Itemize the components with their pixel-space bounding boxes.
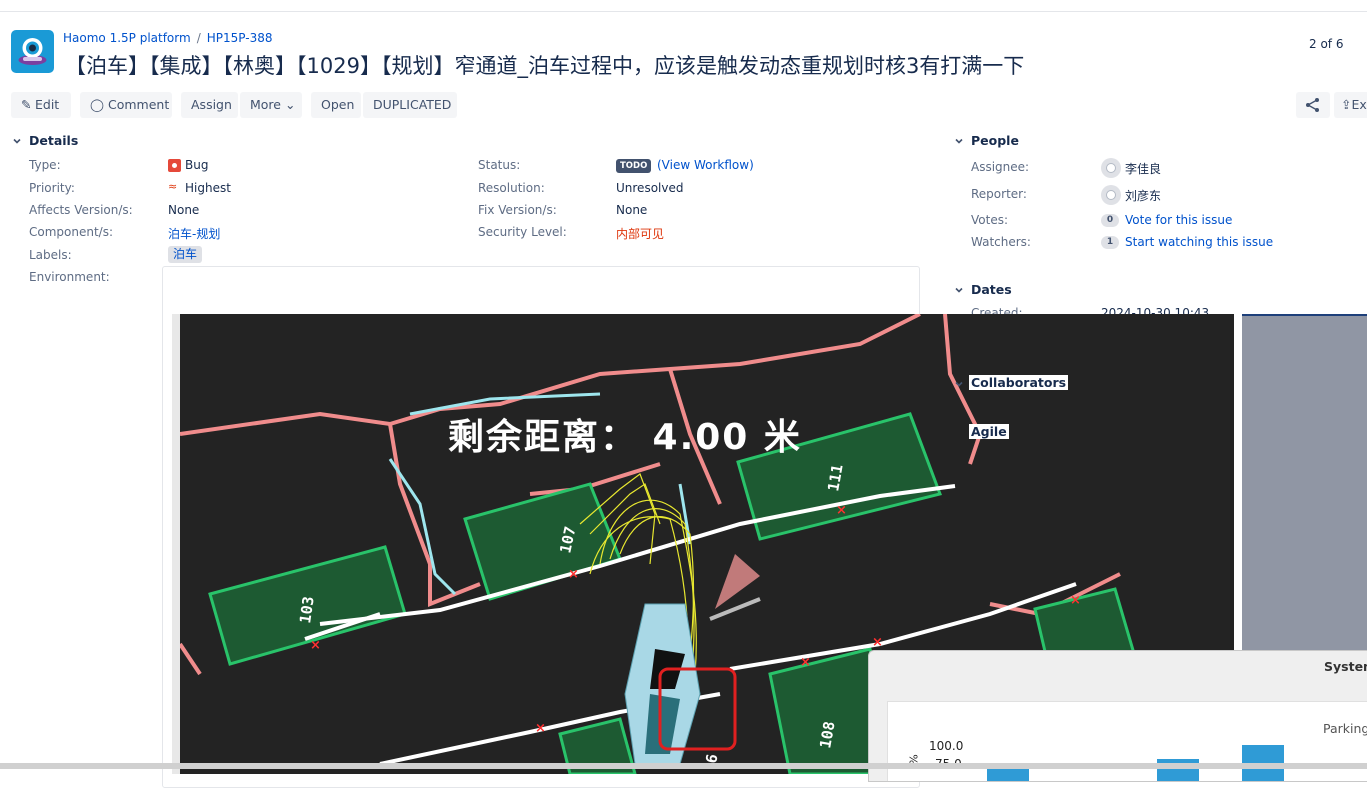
people-title[interactable]: People <box>971 133 1019 148</box>
votes-label: Votes: <box>971 213 1009 227</box>
svg-text:×: × <box>1070 593 1081 608</box>
fix-version-label: Fix Version/s: <box>478 203 557 217</box>
edit-button[interactable]: ✎ Edit <box>11 92 71 118</box>
reporter-avatar <box>1101 185 1121 205</box>
created-label: Created: <box>971 306 1023 314</box>
dates-collapse-icon[interactable] <box>953 284 965 296</box>
open-label: Open <box>321 97 355 112</box>
overlay-gray-panel <box>1242 314 1367 656</box>
comment-label: Comment <box>107 97 170 112</box>
breadcrumb: Haomo 1.5P platform / HP15P-388 <box>63 31 272 45</box>
agile-title[interactable]: Agile <box>969 424 1009 439</box>
watch-link[interactable]: Start watching this issue <box>1125 235 1273 249</box>
export-icon: ⇪ <box>1341 97 1352 112</box>
assign-button[interactable]: Assign <box>181 92 238 118</box>
comment-button[interactable]: ◯ Comment <box>80 92 172 118</box>
issue-pager: 2 of 6 <box>1309 37 1344 51</box>
bug-icon <box>168 159 181 172</box>
details-title[interactable]: Details <box>29 133 78 148</box>
top-divider <box>0 11 1367 12</box>
svg-text:×: × <box>836 503 847 518</box>
priority-value: Highest <box>185 181 231 195</box>
priority-highest-icon: ≈ <box>168 180 178 193</box>
collaborators-title[interactable]: Collaborators <box>969 375 1069 390</box>
svg-text:×: × <box>872 635 883 650</box>
y-tick-100: 100.0 <box>929 739 964 753</box>
slot-label-103: 103 <box>296 595 318 624</box>
remaining-distance-text: 剩余距离： 4.00 米 <box>448 416 802 458</box>
created-value: 2024-10-30 10:43 <box>1101 306 1210 314</box>
export-label: Ex <box>1351 97 1367 112</box>
export-button[interactable]: ⇪Ex <box>1334 92 1367 118</box>
assignee-avatar <box>1101 158 1121 178</box>
chevron-down-icon: ⌄ <box>284 97 296 112</box>
svg-text:×: × <box>310 638 321 653</box>
screenshot-border <box>172 314 180 774</box>
issue-summary[interactable]: 【泊车】【集成】【林奥】【1029】【规划】窄通道_泊车过程中，应该是触发动态重… <box>65 50 1024 80</box>
share-icon <box>1306 98 1319 112</box>
duplicated-label: DUPLICATED <box>373 97 452 112</box>
more-button[interactable]: More ⌄ <box>240 92 302 118</box>
breadcrumb-project[interactable]: Haomo 1.5P platform <box>63 31 191 45</box>
assignee-value[interactable]: 李佳良 <box>1125 160 1161 177</box>
type-value: Bug <box>185 158 209 172</box>
breadcrumb-separator: / <box>196 31 201 45</box>
component-label: Component/s: <box>29 225 114 239</box>
status-label: Status: <box>478 158 521 172</box>
environment-label: Environment: <box>29 270 110 284</box>
svg-text:×: × <box>535 721 546 736</box>
labels-label: Labels: <box>29 248 72 262</box>
security-level-label: Security Level: <box>478 225 567 239</box>
assignee-label: Assignee: <box>971 160 1030 174</box>
collaborators-collapse-icon[interactable] <box>953 378 965 390</box>
view-workflow-link[interactable]: (View Workflow) <box>657 158 754 172</box>
project-avatar[interactable] <box>11 30 54 73</box>
resolution-label: Resolution: <box>478 181 545 195</box>
status-badge: TODO <box>616 159 652 173</box>
parking-panel-label: Parking <box>1323 721 1367 736</box>
assign-label: Assign <box>191 97 232 112</box>
affects-version-label: Affects Version/s: <box>29 203 133 217</box>
label-chip[interactable]: 泊车 <box>168 246 203 263</box>
share-button[interactable] <box>1296 92 1330 118</box>
system-monitor-title: System <box>1324 659 1367 674</box>
svg-text:×: × <box>800 655 811 670</box>
reporter-value[interactable]: 刘彦东 <box>1125 187 1161 204</box>
breadcrumb-issue-key[interactable]: HP15P-388 <box>207 31 273 45</box>
edit-label: Edit <box>34 97 60 112</box>
affects-version-value: None <box>168 203 200 217</box>
priority-label: Priority: <box>29 181 75 195</box>
vote-link[interactable]: Vote for this issue <box>1125 213 1232 227</box>
security-level-value: 内部可见 <box>616 227 665 241</box>
type-label: Type: <box>29 158 61 172</box>
duplicated-button[interactable]: DUPLICATED <box>363 92 457 118</box>
details-collapse-icon[interactable] <box>11 135 23 147</box>
component-value[interactable]: 泊车-规划 <box>168 225 220 242</box>
people-collapse-icon[interactable] <box>953 135 965 147</box>
watchers-count: 1 <box>1101 236 1119 249</box>
votes-count: 0 <box>1101 214 1119 227</box>
pencil-icon: ✎ <box>21 97 32 112</box>
bottom-scrollbar[interactable] <box>0 763 1367 769</box>
more-label: More <box>250 97 281 112</box>
open-button[interactable]: Open <box>311 92 361 118</box>
reporter-label: Reporter: <box>971 187 1027 201</box>
fix-version-value: None <box>616 203 648 217</box>
resolution-value: Unresolved <box>616 181 684 195</box>
comment-icon: ◯ <box>90 97 104 112</box>
watchers-label: Watchers: <box>971 235 1031 249</box>
svg-text:×: × <box>568 567 579 582</box>
dates-title[interactable]: Dates <box>971 282 1012 297</box>
